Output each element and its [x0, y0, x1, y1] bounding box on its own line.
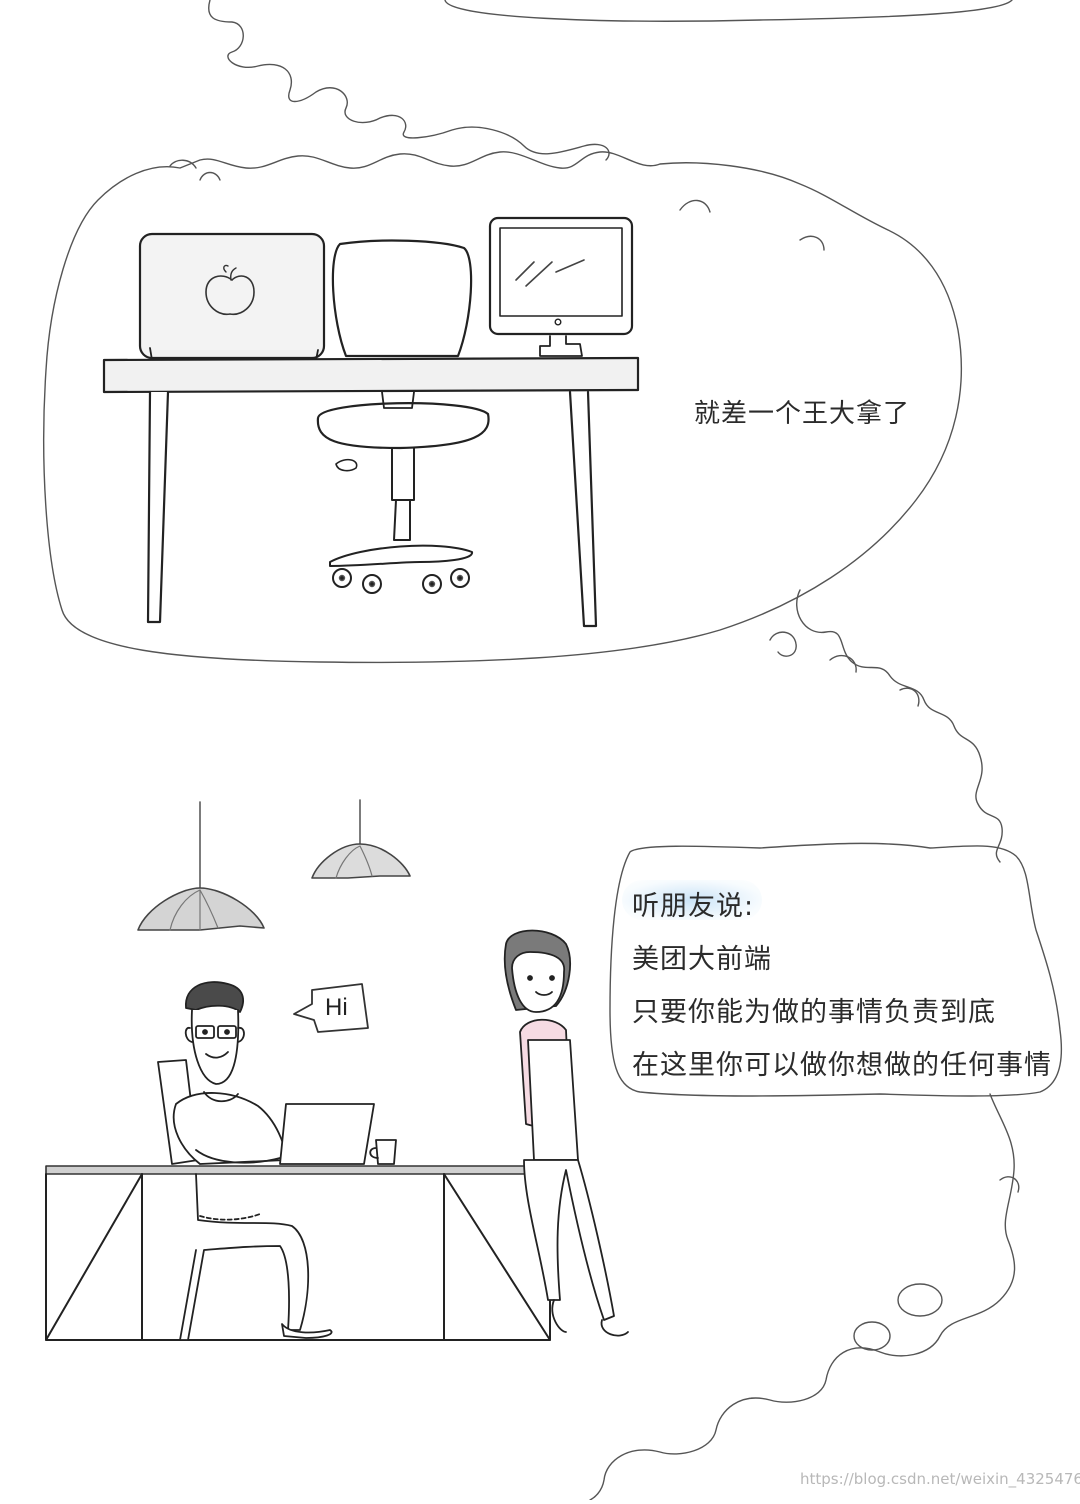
bottom-desk-top — [45, 1165, 551, 1175]
chair-back — [331, 239, 473, 358]
thought-line-3: 在这里你可以做你想做的任何事情 — [632, 1050, 1052, 1081]
thought-heading: 听朋友说: — [632, 891, 755, 922]
desk-top — [102, 356, 640, 394]
pendant-lamp-left — [137, 887, 265, 931]
thought-line-2: 只要你能为做的事情负责到底 — [632, 997, 996, 1028]
thought-line-1: 美团大前端 — [632, 944, 772, 975]
comic-illustration — [43, 0, 1063, 1501]
office-chair-seat — [316, 402, 490, 450]
desk-caption: 就差一个王大拿了 — [694, 399, 911, 429]
cloud-trail-top — [208, 0, 610, 161]
comic-scene — [0, 0, 1080, 1501]
top-cloud-edge — [444, 0, 1013, 22]
watermark: https://blog.csdn.net/weixin_43254766 — [800, 1470, 1080, 1488]
cloud-trail-bottom — [589, 1093, 1016, 1501]
man-at-desk — [157, 981, 397, 1341]
laptop-back — [138, 232, 326, 360]
cloud-trail-right — [796, 589, 1003, 863]
hi-bubble-text: Hi — [325, 994, 348, 1021]
